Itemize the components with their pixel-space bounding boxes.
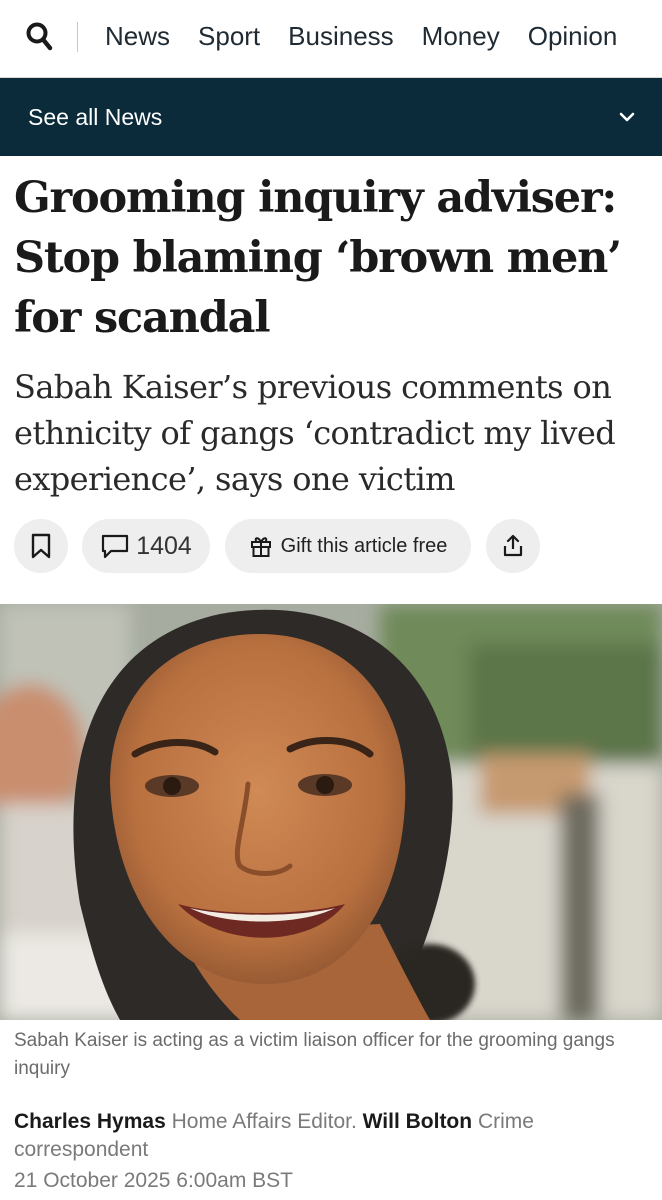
author-name[interactable]: Will Bolton [363,1110,472,1133]
nav-item-business[interactable]: Business [288,18,394,54]
search-icon [26,22,53,51]
article-photo [0,604,662,1020]
nav-items: News Sport Business Money Opinion [105,18,617,54]
comment-icon [102,534,129,559]
nav-fade [622,0,662,76]
nav-item-money[interactable]: Money [422,18,500,54]
search-button[interactable] [24,20,56,54]
nav-item-news[interactable]: News [105,18,170,54]
see-all-news-dropdown[interactable]: See all News [0,78,662,156]
article-headline: Grooming inquiry adviser: Stop blaming ‘… [14,173,622,343]
article-standfirst: Sabah Kaiser’s previous comments on ethn… [14,368,616,498]
section-label: See all News [28,103,163,130]
comment-count: 1404 [136,531,192,560]
share-button[interactable] [486,519,540,573]
nav-item-opinion[interactable]: Opinion [528,18,618,54]
author-name[interactable]: Charles Hymas [14,1110,166,1133]
nav-divider [77,22,78,52]
share-icon [503,534,523,557]
gift-label: Gift this article free [280,534,448,557]
byline: Charles Hymas Home Affairs Editor. Will … [14,1108,644,1164]
chevron-down-icon [619,112,635,122]
top-navigation: News Sport Business Money Opinion [0,0,662,78]
gift-article-button[interactable]: Gift this article free [225,519,471,573]
publish-date: 21 October 2025 6:00am BST [14,1169,293,1192]
bookmark-icon [31,533,51,559]
comments-button[interactable]: 1404 [82,519,210,573]
article-actions: 1404 Gift this article free [14,519,540,573]
photo-caption: Sabah Kaiser is acting as a victim liais… [14,1030,615,1079]
nav-item-sport[interactable]: Sport [198,18,260,54]
bookmark-button[interactable] [14,519,68,573]
gift-icon [250,537,271,557]
author-role: Home Affairs Editor. [171,1110,357,1133]
